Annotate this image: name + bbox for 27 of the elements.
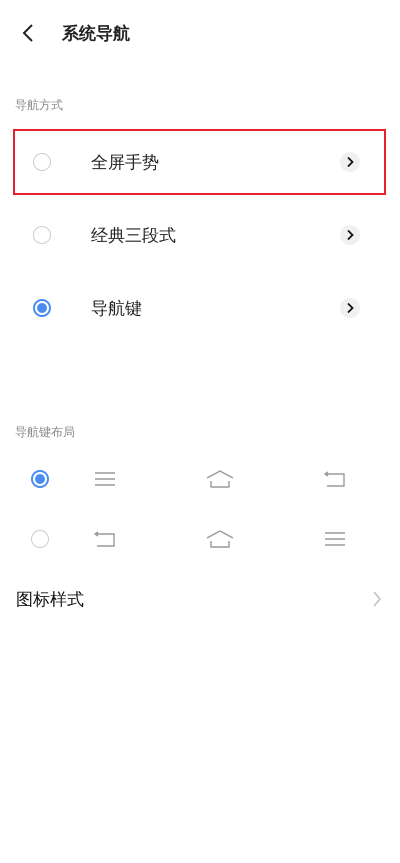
radio-button[interactable]: [33, 226, 51, 244]
option-label: 导航键: [91, 298, 143, 320]
radio-button[interactable]: [31, 530, 49, 548]
option-label: 经典三段式: [91, 224, 177, 246]
radio-button[interactable]: [31, 470, 49, 488]
option-label: 全屏手势: [91, 152, 160, 174]
return-icon: [94, 531, 116, 547]
home-icon: [206, 530, 234, 548]
chevron-icon[interactable]: [340, 152, 360, 172]
back-icon[interactable]: [22, 23, 34, 43]
section-label: 导航方式: [14, 97, 64, 114]
nav-option[interactable]: 经典三段式: [13, 202, 386, 268]
row-label: 图标样式: [16, 588, 84, 610]
radio-button[interactable]: [33, 153, 51, 171]
nav-option[interactable]: 全屏手势: [13, 129, 386, 195]
radio-button[interactable]: [33, 299, 51, 317]
menu-icon: [94, 472, 114, 486]
section-label: 导航键布局: [14, 424, 76, 441]
home-icon: [206, 470, 234, 488]
chevron-icon[interactable]: [340, 225, 360, 245]
menu-icon: [324, 532, 344, 546]
chevron-icon: [372, 590, 382, 608]
page-title: 系统导航: [62, 22, 130, 44]
nav-option[interactable]: 导航键: [13, 275, 386, 341]
chevron-icon[interactable]: [340, 298, 360, 318]
icon-style-row[interactable]: 图标样式: [0, 569, 400, 629]
return-icon: [324, 471, 346, 487]
